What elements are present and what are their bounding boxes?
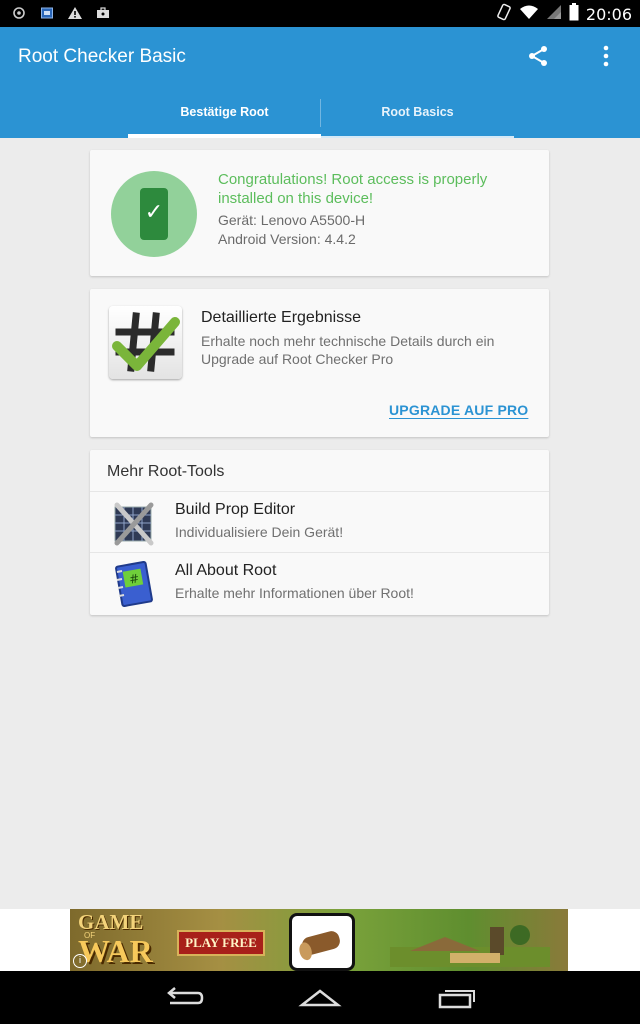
tool-description: Individualisiere Dein Gerät! (175, 524, 344, 540)
battery-icon (569, 3, 579, 25)
check-phone-icon: ✓ (111, 171, 197, 257)
status-bar: 20:06 (0, 0, 640, 27)
build-prop-editor-icon (109, 499, 157, 547)
tab-root-basics[interactable]: Root Basics (321, 89, 514, 138)
list-item-all-about-root[interactable]: # All About Root Erhalte mehr Informatio… (90, 552, 549, 613)
android-version: Android Version: 4.4.2 (218, 231, 356, 247)
ad-banner[interactable]: GAME OF WAR PLAY FREE i (70, 909, 568, 971)
share-icon[interactable] (526, 44, 550, 68)
tab-bar: Bestätige Root Root Basics (128, 89, 514, 138)
ad-strip: GAME OF WAR PLAY FREE i (0, 909, 640, 971)
ad-scene-image (390, 917, 550, 967)
briefcase-icon (94, 4, 112, 22)
upgrade-card: Detaillierte Ergebnisse Erhalte noch meh… (90, 289, 549, 437)
tool-name: All About Root (175, 562, 277, 579)
device-model: Gerät: Lenovo A5500-H (218, 212, 366, 228)
root-success-message: Congratulations! Root access is properly… (218, 171, 488, 207)
ad-play-button[interactable]: PLAY FREE (177, 930, 265, 956)
details-title: Detaillierte Ergebnisse (201, 309, 362, 326)
details-description: Erhalte noch mehr technische Details dur… (201, 333, 495, 367)
upgrade-button[interactable]: UPGRADE AUF PRO (389, 402, 528, 418)
tool-name: Build Prop Editor (175, 501, 296, 518)
app-title: Root Checker Basic (18, 46, 186, 67)
home-icon[interactable] (298, 985, 342, 1011)
overflow-menu-icon[interactable] (596, 45, 616, 67)
all-about-root-icon: # (109, 560, 157, 608)
signal-icon (546, 4, 562, 24)
root-tools-card: Mehr Root-Tools Build Prop Editor Indivi… (90, 450, 549, 615)
tool-description: Erhalte mehr Informationen über Root! (175, 585, 414, 601)
ad-title-line1: GAME (78, 910, 144, 934)
clock: 20:06 (585, 4, 632, 24)
tab-bestaetige-root[interactable]: Bestätige Root (128, 89, 321, 138)
root-tools-heading: Mehr Root-Tools (107, 463, 225, 480)
navigation-bar (0, 971, 640, 1024)
wifi-icon (519, 4, 539, 24)
ad-info-icon[interactable]: i (73, 954, 87, 968)
rotate-icon (496, 3, 512, 25)
back-icon[interactable] (162, 985, 206, 1011)
recent-apps-icon[interactable] (434, 985, 478, 1011)
ad-title-line2: WAR (78, 933, 153, 969)
warning-icon (66, 4, 84, 22)
settings-icon (10, 4, 28, 22)
root-checker-logo-icon (109, 306, 182, 379)
app-bar: Root Checker Basic Bestätige Root Root B… (0, 27, 640, 138)
calendar-icon (38, 4, 56, 22)
root-result-card: ✓ Congratulations! Root access is proper… (90, 150, 549, 276)
list-item-build-prop-editor[interactable]: Build Prop Editor Individualisiere Dein … (90, 491, 549, 552)
log-icon (289, 913, 355, 971)
